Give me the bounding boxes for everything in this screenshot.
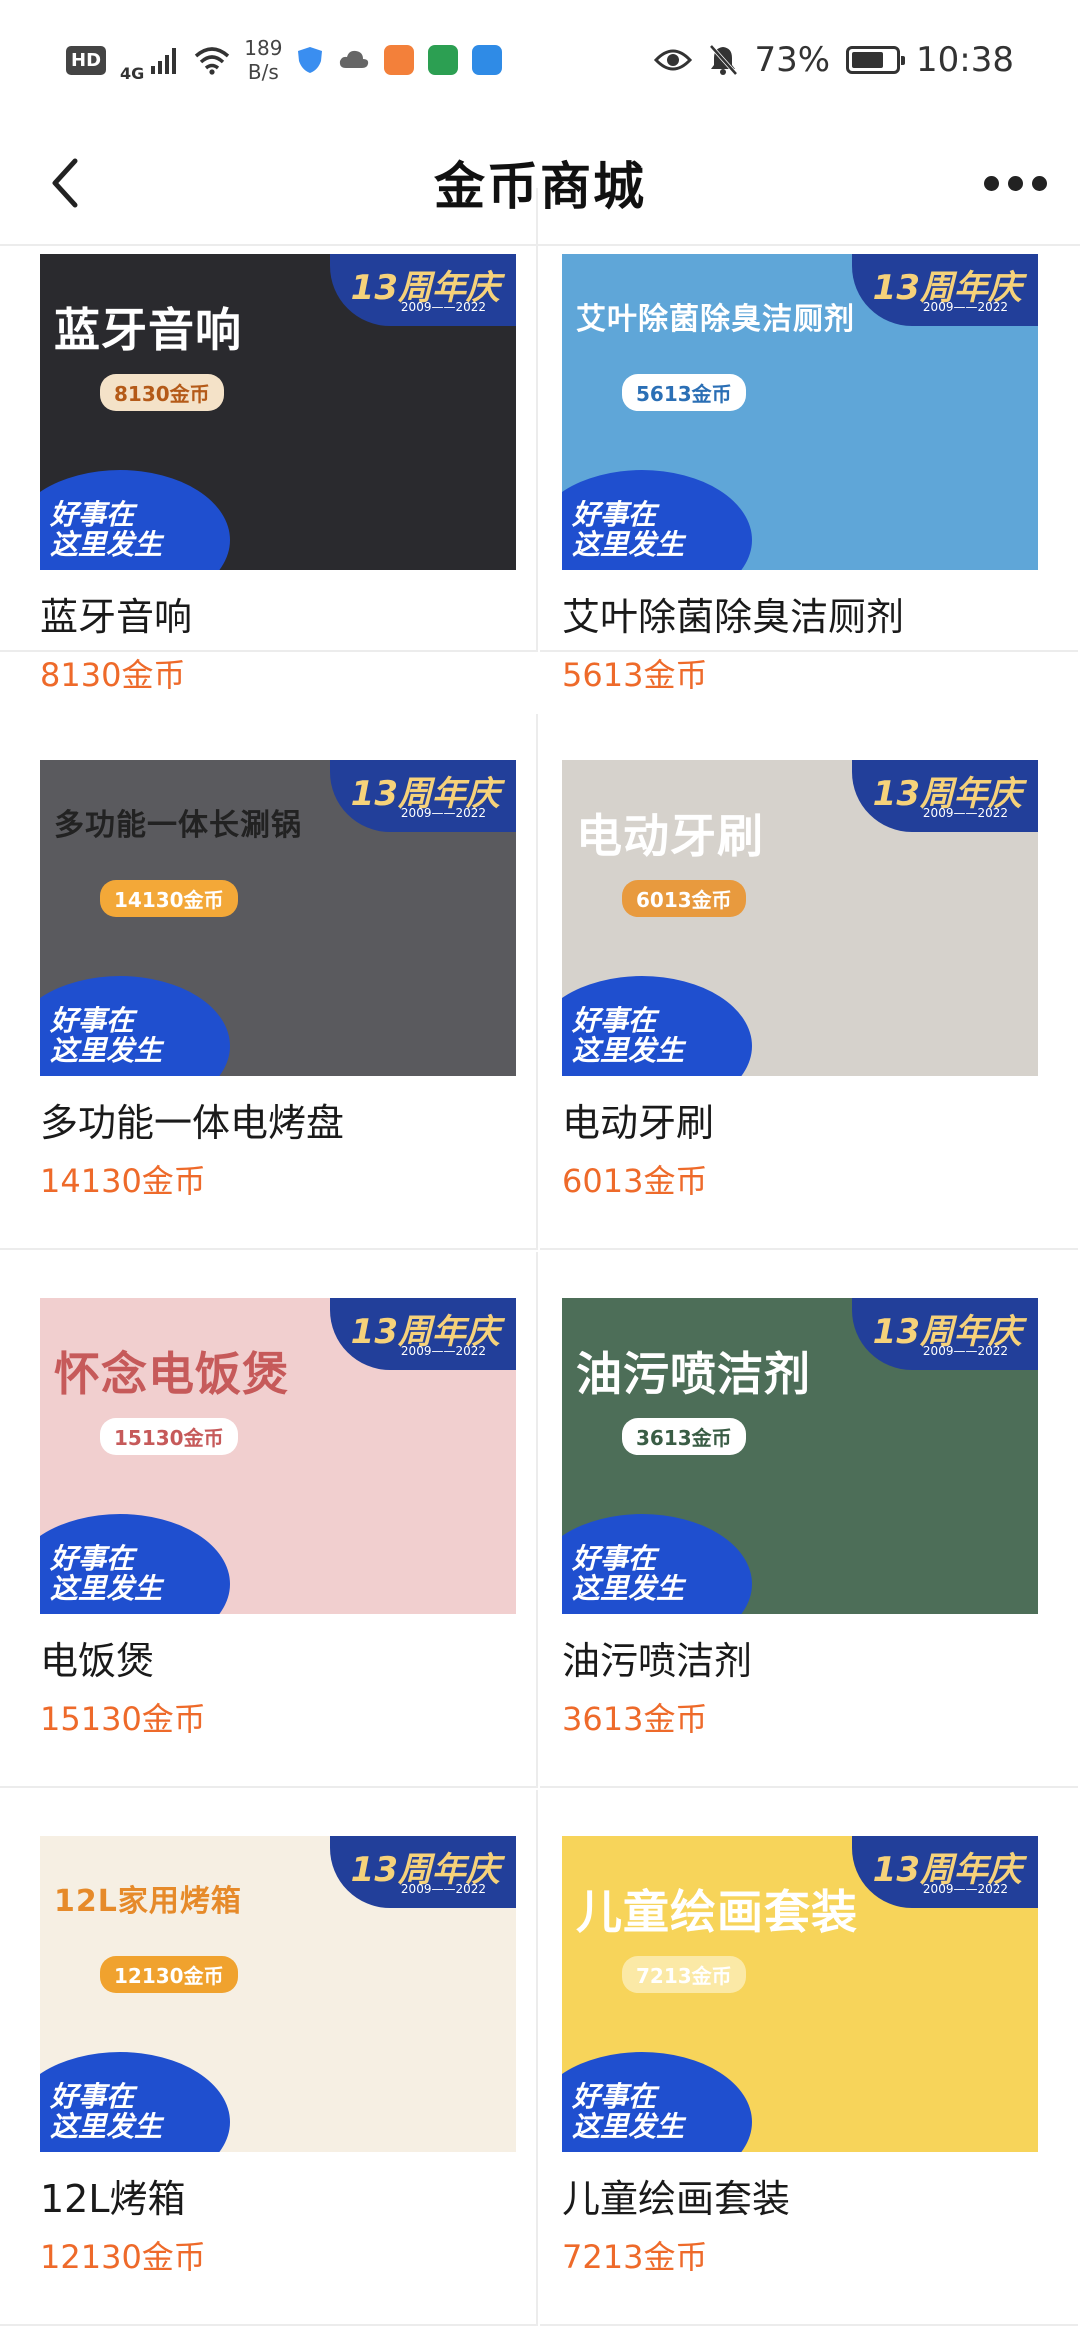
product-price: 6013金币	[562, 1162, 708, 1200]
product-image[interactable]: 多功能一体长涮锅 14130金币 13周年庆 2009——2022 好事在 这里…	[40, 760, 516, 1076]
status-left: HD 4G 189 B/s	[66, 36, 503, 84]
battery-percent: 73%	[754, 40, 831, 80]
anniversary-years: 2009——2022	[400, 300, 486, 314]
slogan-text: 好事在 这里发生	[572, 1004, 685, 1067]
slogan-text: 好事在 这里发生	[50, 1004, 163, 1067]
speed-unit: B/s	[247, 60, 279, 84]
product-card[interactable]: 儿童绘画套装 7213金币 13周年庆 2009——2022 好事在 这里发生 …	[540, 1790, 1078, 2326]
product-price: 7213金币	[562, 2238, 708, 2276]
speed-value: 189	[244, 36, 283, 60]
product-name[interactable]: 油污喷洁剂	[562, 1630, 752, 1685]
slogan-text: 好事在 这里发生	[50, 1542, 163, 1605]
anniversary-years: 2009——2022	[400, 806, 486, 820]
product-price: 14130金币	[40, 1162, 206, 1200]
product-image-price-tag: 8130金币	[100, 374, 224, 411]
anniversary-years: 2009——2022	[400, 1344, 486, 1358]
product-image-headline: 蓝牙音响	[54, 303, 242, 357]
product-name[interactable]: 蓝牙音响	[40, 586, 192, 641]
battery-level	[852, 52, 883, 68]
product-image-headline: 12L家用烤箱	[54, 1884, 242, 1919]
product-card[interactable]: 怀念电饭煲 15130金币 13周年庆 2009——2022 好事在 这里发生 …	[0, 1252, 538, 1788]
app-icon	[428, 45, 459, 75]
product-image-price-tag: 12130金币	[100, 1956, 238, 1993]
product-image-price-tag: 7213金币	[622, 1956, 746, 1993]
anniversary-years: 2009——2022	[922, 806, 1008, 820]
product-card[interactable]: 艾叶除菌除臭洁厕剂 5613金币 13周年庆 2009——2022 好事在 这里…	[540, 188, 1078, 694]
wifi-icon	[195, 47, 230, 75]
product-card[interactable]: 电动牙刷 6013金币 13周年庆 2009——2022 好事在 这里发生 电动…	[540, 714, 1078, 1250]
product-price: 15130金币	[40, 1700, 206, 1738]
product-image-price-tag: 3613金币	[622, 1418, 746, 1455]
anniversary-years: 2009——2022	[922, 1882, 1008, 1896]
product-card[interactable]: 蓝牙音响 8130金币 13周年庆 2009——2022 好事在 这里发生 蓝牙…	[0, 188, 538, 694]
cloud-icon	[340, 50, 369, 68]
app-icon	[472, 45, 503, 75]
product-name[interactable]: 艾叶除菌除臭洁厕剂	[562, 586, 904, 641]
product-name[interactable]: 电饭煲	[40, 1630, 154, 1685]
product-image-price-tag: 14130金币	[100, 880, 238, 917]
product-price: 12130金币	[40, 2238, 206, 2276]
product-card[interactable]: 油污喷洁剂 3613金币 13周年庆 2009——2022 好事在 这里发生 油…	[540, 1252, 1078, 1788]
product-image-price-tag: 6013金币	[622, 880, 746, 917]
anniversary-years: 2009——2022	[922, 1344, 1008, 1358]
product-price: 3613金币	[562, 1700, 708, 1738]
slogan-text: 好事在 这里发生	[572, 498, 685, 561]
status-right: 73% 10:38	[654, 40, 1014, 80]
product-image[interactable]: 电动牙刷 6013金币 13周年庆 2009——2022 好事在 这里发生	[562, 760, 1038, 1076]
product-image[interactable]: 蓝牙音响 8130金币 13周年庆 2009——2022 好事在 这里发生	[40, 254, 516, 570]
status-bar: HD 4G 189 B/s 73% 10:38	[0, 0, 1080, 120]
product-image[interactable]: 艾叶除菌除臭洁厕剂 5613金币 13周年庆 2009——2022 好事在 这里…	[562, 254, 1038, 570]
app-icon	[384, 45, 415, 75]
slogan-text: 好事在 这里发生	[50, 2080, 163, 2143]
product-image[interactable]: 怀念电饭煲 15130金币 13周年庆 2009——2022 好事在 这里发生	[40, 1298, 516, 1614]
signal-icon	[151, 48, 177, 74]
bell-off-icon	[709, 44, 738, 76]
product-name[interactable]: 12L烤箱	[40, 2168, 186, 2223]
product-image-price-tag: 5613金币	[622, 374, 746, 411]
hd-badge-icon: HD	[66, 45, 107, 75]
shield-icon	[298, 47, 323, 73]
clock: 10:38	[916, 40, 1014, 80]
product-image-headline: 多功能一体长涮锅	[54, 808, 302, 843]
slogan-text: 好事在 这里发生	[50, 498, 163, 561]
network-speed: 189 B/s	[244, 36, 282, 84]
product-image[interactable]: 儿童绘画套装 7213金币 13周年庆 2009——2022 好事在 这里发生	[562, 1836, 1038, 2152]
anniversary-years: 2009——2022	[400, 1882, 486, 1896]
product-card[interactable]: 多功能一体长涮锅 14130金币 13周年庆 2009——2022 好事在 这里…	[0, 714, 538, 1250]
battery-icon	[846, 46, 906, 74]
network-type: 4G	[120, 64, 145, 83]
product-name[interactable]: 多功能一体电烤盘	[40, 1092, 344, 1147]
product-price: 5613金币	[562, 656, 708, 694]
product-image-headline: 儿童绘画套装	[576, 1885, 858, 1939]
product-price: 8130金币	[40, 656, 186, 694]
product-name[interactable]: 儿童绘画套装	[562, 2168, 790, 2223]
product-image-headline: 油污喷洁剂	[576, 1347, 811, 1401]
product-image-headline: 怀念电饭煲	[54, 1347, 289, 1401]
product-image-price-tag: 15130金币	[100, 1418, 238, 1455]
eye-icon	[654, 49, 693, 71]
product-name[interactable]: 电动牙刷	[562, 1092, 714, 1147]
product-image-headline: 艾叶除菌除臭洁厕剂	[576, 302, 855, 337]
product-card[interactable]: 12L家用烤箱 12130金币 13周年庆 2009——2022 好事在 这里发…	[0, 1790, 538, 2326]
anniversary-years: 2009——2022	[922, 300, 1008, 314]
product-image[interactable]: 12L家用烤箱 12130金币 13周年庆 2009——2022 好事在 这里发…	[40, 1836, 516, 2152]
product-grid: 蓝牙音响 8130金币 13周年庆 2009——2022 好事在 这里发生 蓝牙…	[0, 188, 1080, 2340]
product-image-headline: 电动牙刷	[576, 809, 764, 863]
slogan-text: 好事在 这里发生	[572, 2080, 685, 2143]
slogan-text: 好事在 这里发生	[572, 1542, 685, 1605]
product-image[interactable]: 油污喷洁剂 3613金币 13周年庆 2009——2022 好事在 这里发生	[562, 1298, 1038, 1614]
